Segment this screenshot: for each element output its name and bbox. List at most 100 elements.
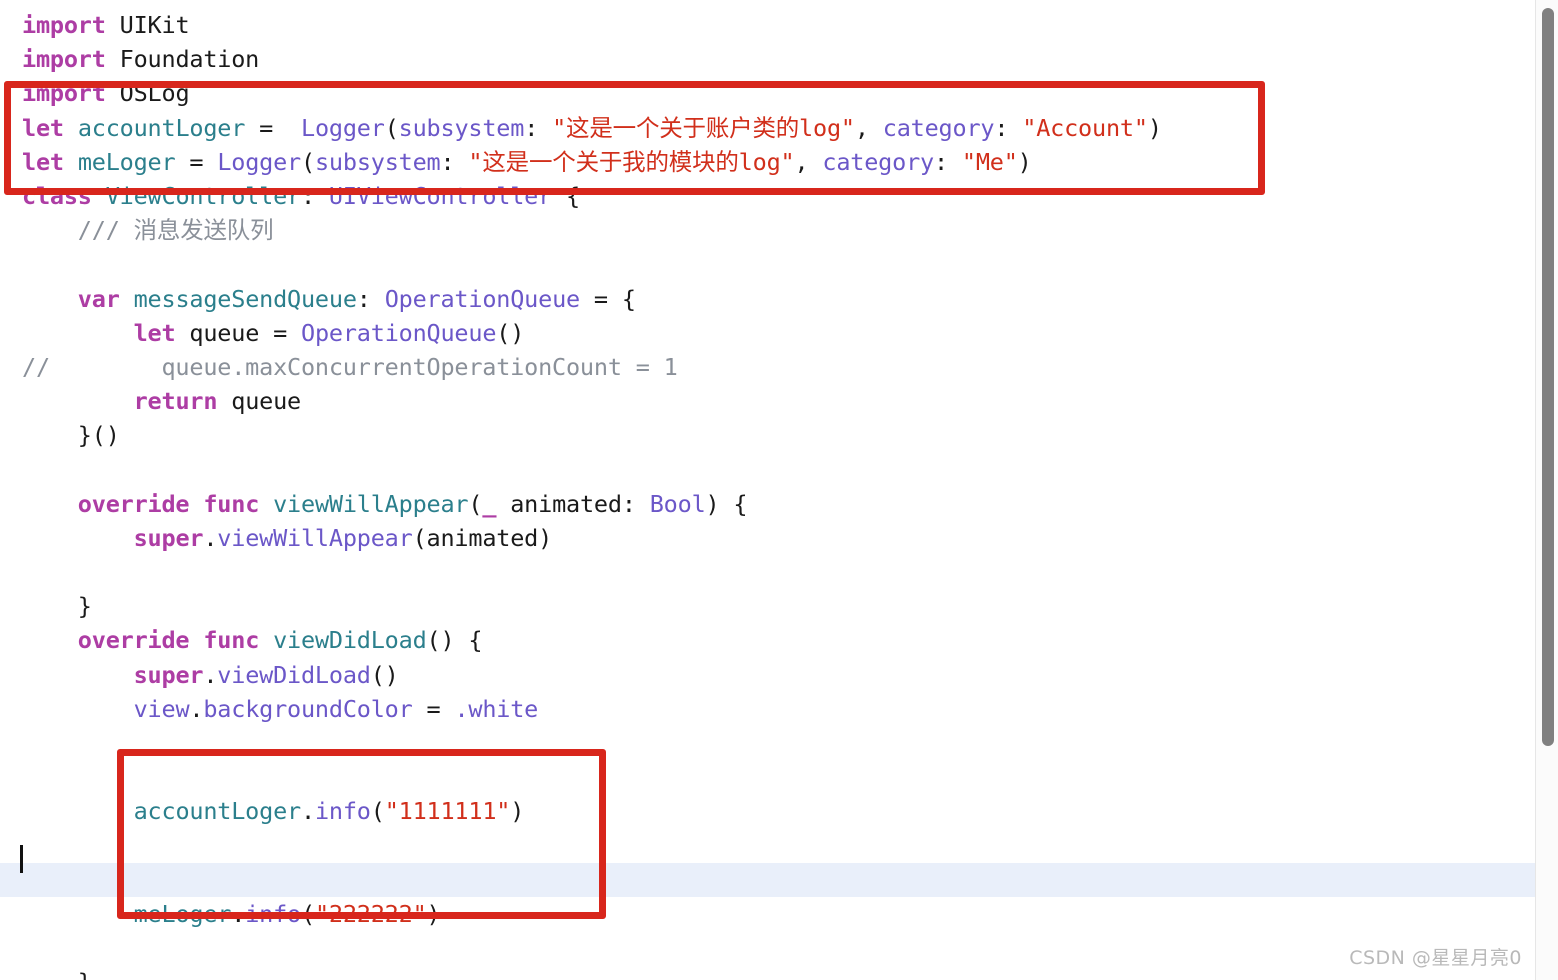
code-line[interactable]: class ViewController: UIViewController { xyxy=(0,179,1536,213)
code-line[interactable]: override func viewDidLoad() { xyxy=(0,623,1536,657)
code-token: class xyxy=(22,181,92,210)
code-token: info xyxy=(314,797,371,826)
code-editor[interactable]: import UIKit import Foundation import OSLo… xyxy=(0,0,1536,980)
code-line[interactable]: super.viewDidLoad() xyxy=(0,658,1536,692)
code-line[interactable] xyxy=(0,452,1536,486)
code-line[interactable]: meLoger.info("222222") xyxy=(0,897,1536,931)
code-token: _ xyxy=(482,489,497,518)
code-line[interactable]: var messageSendQueue: OperationQueue = { xyxy=(0,282,1536,316)
code-token: , xyxy=(794,147,823,176)
watermark-text: CSDN @星星月亮0 xyxy=(1349,947,1522,969)
code-token: import xyxy=(22,45,106,74)
code-token: Logger xyxy=(301,113,385,142)
code-token: UIViewController xyxy=(328,181,553,210)
code-token: var xyxy=(77,284,120,313)
code-token: viewDidLoad xyxy=(217,660,371,689)
code-token: queue = xyxy=(175,318,301,347)
code-line[interactable]: import OSLog xyxy=(0,76,1536,110)
code-line[interactable]: } xyxy=(0,589,1536,623)
code-line[interactable]: view.backgroundColor = .white xyxy=(0,692,1536,726)
code-line[interactable]: let queue = OperationQueue() xyxy=(0,316,1536,350)
code-line[interactable]: } xyxy=(0,965,1536,980)
code-token: : xyxy=(994,113,1023,142)
code-line[interactable] xyxy=(0,247,1536,281)
code-token: messageSendQueue xyxy=(133,284,357,313)
code-token: super xyxy=(133,660,204,689)
code-line[interactable] xyxy=(0,760,1536,794)
code-line[interactable]: /// 消息发送队列 xyxy=(0,213,1536,247)
code-token: let xyxy=(133,318,176,347)
code-token: ) { xyxy=(705,489,748,518)
code-token: "这是一个关于账户类的log" xyxy=(552,113,855,142)
code-token: } xyxy=(78,968,92,980)
code-token: meLoger xyxy=(133,899,232,928)
code-token: ) xyxy=(1147,113,1162,142)
code-token: subsystem xyxy=(398,113,525,142)
code-line[interactable]: // queue.maxConcurrentOperationCount = 1 xyxy=(0,350,1536,384)
code-line[interactable]: import Foundation xyxy=(0,42,1536,76)
code-token: : xyxy=(933,147,962,176)
code-token: import xyxy=(22,11,106,39)
code-token: OperationQueue xyxy=(301,318,497,347)
code-token: ( xyxy=(300,899,315,928)
code-token: } xyxy=(77,592,92,621)
code-token: ) xyxy=(1017,147,1032,176)
text-caret xyxy=(20,845,23,873)
scrollbar-thumb[interactable] xyxy=(1542,8,1554,746)
code-token: = xyxy=(245,113,301,142)
code-token: (animated) xyxy=(412,523,553,552)
code-token: accountLoger xyxy=(77,113,246,142)
code-token: category xyxy=(822,147,934,176)
code-token: let xyxy=(22,113,64,142)
code-token: = { xyxy=(579,284,636,313)
code-token: UIKit xyxy=(105,11,190,39)
code-line[interactable]: let accountLoger = Logger(subsystem: "这是… xyxy=(0,111,1536,145)
code-token: }() xyxy=(77,421,120,450)
code-token: ( xyxy=(370,797,385,826)
code-line[interactable]: let meLoger = Logger(subsystem: "这是一个关于我… xyxy=(0,145,1536,179)
code-token: . xyxy=(231,899,246,928)
code-token: OSLog xyxy=(105,79,190,108)
code-token: : xyxy=(440,147,469,176)
code-token: ( xyxy=(468,489,483,518)
code-surface[interactable]: import UIKit import Foundation import OSLo… xyxy=(0,0,1536,980)
code-token: ) xyxy=(510,797,525,826)
code-token: import xyxy=(22,79,106,108)
code-line[interactable]: }() xyxy=(0,418,1536,452)
code-line[interactable] xyxy=(0,829,1536,863)
code-line[interactable]: import UIKit xyxy=(0,8,1536,42)
code-token: view xyxy=(133,694,190,723)
code-line[interactable]: return queue xyxy=(0,384,1536,418)
code-token: category xyxy=(882,113,995,142)
code-line[interactable] xyxy=(0,726,1536,760)
code-line[interactable] xyxy=(0,862,1536,897)
code-token: "Account" xyxy=(1022,113,1148,142)
code-token: . xyxy=(203,660,218,689)
code-token: () { xyxy=(426,626,483,655)
code-token: : xyxy=(300,181,329,210)
code-token: Logger xyxy=(217,147,302,176)
code-line[interactable] xyxy=(0,555,1536,589)
code-line[interactable]: override func viewWillAppear(_ animated:… xyxy=(0,487,1536,521)
code-token: () xyxy=(496,318,525,347)
vertical-scrollbar[interactable] xyxy=(1535,0,1558,980)
code-line[interactable] xyxy=(0,931,1536,965)
code-token: { xyxy=(552,181,580,210)
code-token: func xyxy=(203,489,260,518)
code-token: "222222" xyxy=(314,899,427,928)
code-line[interactable]: super.viewWillAppear(animated) xyxy=(0,521,1536,555)
code-token: ( xyxy=(384,113,399,142)
code-line[interactable]: accountLoger.info("1111111") xyxy=(0,794,1536,828)
code-token: .white xyxy=(454,694,539,723)
